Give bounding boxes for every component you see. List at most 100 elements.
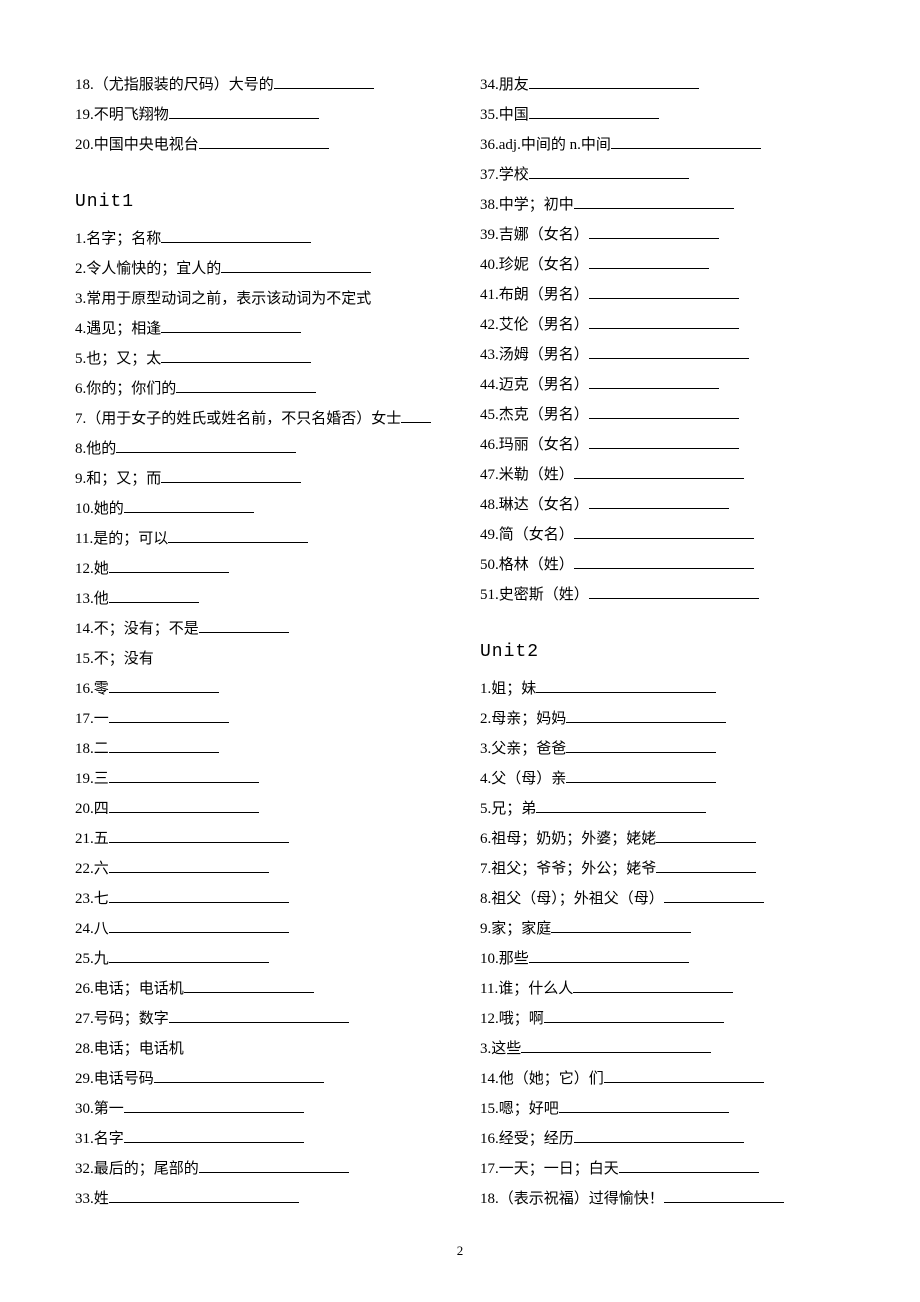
answer-blank[interactable] (184, 976, 314, 994)
item-text: 电话；电话机 (94, 1041, 184, 1057)
item-number: 10. (480, 951, 499, 967)
item-number: 14. (75, 621, 94, 637)
answer-blank[interactable] (529, 946, 689, 964)
answer-blank[interactable] (109, 586, 199, 604)
item-text: 你的；你们的 (86, 381, 176, 397)
answer-blank[interactable] (521, 1036, 711, 1054)
item-text: 不；没有；不是 (94, 621, 199, 637)
answer-blank[interactable] (109, 916, 289, 934)
item-number: 24. (75, 921, 94, 937)
answer-blank[interactable] (109, 886, 289, 904)
answer-blank[interactable] (169, 102, 319, 120)
vocab-item: 47.米勒（姓） (480, 460, 845, 490)
answer-blank[interactable] (161, 316, 301, 334)
answer-blank[interactable] (589, 432, 739, 450)
answer-blank[interactable] (544, 1006, 724, 1024)
answer-blank[interactable] (109, 706, 229, 724)
answer-blank[interactable] (529, 102, 659, 120)
answer-blank[interactable] (664, 886, 764, 904)
item-text: 格林（姓） (499, 557, 574, 573)
answer-blank[interactable] (611, 132, 761, 150)
item-number: 35. (480, 107, 499, 123)
answer-blank[interactable] (566, 766, 716, 784)
answer-blank[interactable] (574, 552, 754, 570)
answer-blank[interactable] (566, 706, 726, 724)
answer-blank[interactable] (664, 1186, 784, 1204)
answer-blank[interactable] (619, 1156, 759, 1174)
item-text: 玛丽（女名） (499, 437, 589, 453)
answer-blank[interactable] (274, 72, 374, 90)
answer-blank[interactable] (589, 372, 719, 390)
answer-blank[interactable] (574, 462, 744, 480)
answer-blank[interactable] (589, 222, 719, 240)
answer-blank[interactable] (401, 406, 431, 424)
answer-blank[interactable] (536, 796, 706, 814)
item-number: 21. (75, 831, 94, 847)
answer-blank[interactable] (589, 252, 709, 270)
answer-blank[interactable] (109, 736, 219, 754)
answer-blank[interactable] (124, 1096, 304, 1114)
answer-blank[interactable] (589, 492, 729, 510)
item-text: 六 (94, 861, 109, 877)
vocab-item: 14.不；没有；不是 (75, 614, 440, 644)
answer-blank[interactable] (109, 1186, 299, 1204)
vocab-item: 15.不；没有 (75, 644, 440, 674)
answer-blank[interactable] (604, 1066, 764, 1084)
vocab-item: 20.中国中央电视台 (75, 130, 440, 160)
item-number: 43. (480, 347, 499, 363)
answer-blank[interactable] (559, 1096, 729, 1114)
answer-blank[interactable] (656, 856, 756, 874)
answer-blank[interactable] (199, 132, 329, 150)
answer-blank[interactable] (589, 312, 739, 330)
answer-blank[interactable] (109, 556, 229, 574)
answer-blank[interactable] (589, 402, 739, 420)
answer-blank[interactable] (169, 1006, 349, 1024)
answer-blank[interactable] (529, 72, 699, 90)
item-number: 5. (480, 801, 491, 817)
answer-blank[interactable] (176, 376, 316, 394)
item-text: 五 (94, 831, 109, 847)
answer-blank[interactable] (154, 1066, 324, 1084)
item-text: 父（母）亲 (491, 771, 566, 787)
answer-blank[interactable] (221, 256, 371, 274)
answer-blank[interactable] (109, 946, 269, 964)
answer-blank[interactable] (656, 826, 756, 844)
item-number: 42. (480, 317, 499, 333)
answer-blank[interactable] (574, 522, 754, 540)
answer-blank[interactable] (168, 526, 308, 544)
item-number: 7. (75, 411, 86, 427)
answer-blank[interactable] (199, 1156, 349, 1174)
answer-blank[interactable] (109, 826, 289, 844)
answer-blank[interactable] (566, 736, 716, 754)
answer-blank[interactable] (161, 226, 311, 244)
answer-blank[interactable] (551, 916, 691, 934)
item-number: 1. (75, 231, 86, 247)
vocab-item: 26.电话；电话机 (75, 974, 440, 1004)
answer-blank[interactable] (161, 466, 301, 484)
answer-blank[interactable] (574, 1126, 744, 1144)
answer-blank[interactable] (574, 192, 734, 210)
vocab-item: 12.哦；啊 (480, 1004, 845, 1034)
item-text: 那些 (499, 951, 529, 967)
answer-blank[interactable] (124, 1126, 304, 1144)
answer-blank[interactable] (116, 436, 296, 454)
answer-blank[interactable] (536, 676, 716, 694)
answer-blank[interactable] (589, 582, 759, 600)
answer-blank[interactable] (109, 796, 259, 814)
answer-blank[interactable] (109, 766, 259, 784)
answer-blank[interactable] (199, 616, 289, 634)
answer-blank[interactable] (589, 282, 739, 300)
answer-blank[interactable] (573, 976, 733, 994)
right-column: 34.朋友35.中国36.adj.中间的 n.中间37.学校38.中学；初中39… (480, 70, 845, 1214)
vocab-item: 2.令人愉快的；宜人的 (75, 254, 440, 284)
vocab-item: 5.也；又；太 (75, 344, 440, 374)
answer-blank[interactable] (109, 856, 269, 874)
answer-blank[interactable] (109, 676, 219, 694)
item-number: 5. (75, 351, 86, 367)
answer-blank[interactable] (589, 342, 749, 360)
vocab-item: 38.中学；初中 (480, 190, 845, 220)
answer-blank[interactable] (529, 162, 689, 180)
item-number: 41. (480, 287, 499, 303)
answer-blank[interactable] (161, 346, 311, 364)
answer-blank[interactable] (124, 496, 254, 514)
